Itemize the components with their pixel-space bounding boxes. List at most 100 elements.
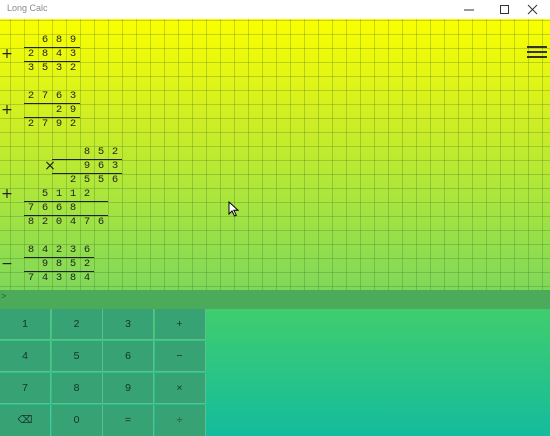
key-1[interactable]: 1 [0,309,51,340]
digit-cell: 7 [27,272,35,284]
sum-line [24,103,80,104]
digit-cell: 9 [69,34,77,46]
key-8[interactable]: 8 [51,373,103,404]
digit-cell: 2 [41,216,49,228]
digit-cell: 3 [69,48,77,60]
digit-cell: 1 [55,188,63,200]
digit-cell: 6 [41,202,49,214]
digit-cell: 4 [83,272,91,284]
digit-cell: 1 [69,188,77,200]
key-multiply[interactable]: × [154,373,206,404]
sum-line [24,215,108,216]
digit-cell: 7 [83,216,91,228]
minimize-icon [464,9,474,11]
digit-cell: 9 [41,258,49,270]
key-0[interactable]: 0 [51,405,103,436]
key-4[interactable]: 4 [0,341,51,372]
digit-cell: 2 [83,258,91,270]
digit-cell: 2 [69,62,77,74]
sum-line [24,117,80,118]
operator-symbol: + [1,186,13,202]
input-prompt: > [1,292,7,302]
digit-cell: 2 [69,174,77,186]
digit-cell: 6 [41,34,49,46]
digit-cell: 8 [55,258,63,270]
key-5[interactable]: 5 [51,341,103,372]
digit-cell: 5 [41,188,49,200]
close-icon [527,4,538,15]
digit-cell: 8 [55,34,63,46]
hamburger-menu-icon[interactable] [527,46,547,60]
sum-line [24,201,108,202]
digit-cell: 6 [111,174,119,186]
mouse-cursor-icon [228,201,240,217]
sum-line [52,173,122,174]
digit-cell: 8 [69,272,77,284]
digit-cell: 6 [97,216,105,228]
digit-cell: 3 [69,90,77,102]
digit-cell: 5 [69,258,77,270]
digit-cell: 5 [83,174,91,186]
operator-symbol: + [1,46,13,62]
window-title: Long Calc [7,3,48,13]
sum-line [24,271,94,272]
input-bar[interactable]: > [0,290,550,309]
digit-cell: 7 [27,202,35,214]
digit-cell: 6 [83,244,91,256]
digit-cell: 8 [27,216,35,228]
sum-line [24,61,80,62]
digit-cell: 5 [97,174,105,186]
sum-line [24,257,94,258]
key-3[interactable]: 3 [103,309,154,340]
key-plus[interactable]: + [154,309,206,340]
maximize-icon [500,5,509,14]
digit-cell: 2 [111,146,119,158]
digit-cell: 2 [83,188,91,200]
minimize-button[interactable] [452,0,486,19]
digit-cell: 7 [41,90,49,102]
digit-cell: 6 [97,160,105,172]
keypad: 1 2 3 +4 5 6− 7 8 9 × ⌫ 0 = ÷ [0,309,206,436]
digit-cell: 8 [41,48,49,60]
digit-cell: 2 [27,90,35,102]
digit-cell: 9 [83,160,91,172]
digit-cell: 3 [55,272,63,284]
digit-cell: 2 [55,244,63,256]
digit-cell: 8 [83,146,91,158]
digit-cell: 3 [27,62,35,74]
digit-cell: 2 [27,48,35,60]
digit-cell: 8 [69,202,77,214]
sum-line [24,47,80,48]
key-7[interactable]: 7 [0,373,51,404]
digit-cell: 4 [69,216,77,228]
digit-cell: 0 [55,216,63,228]
digit-cell: 4 [41,272,49,284]
close-button[interactable] [516,0,550,19]
key-2[interactable]: 2 [51,309,103,340]
digit-cell: 2 [55,104,63,116]
calculation-paper: +6 8 9 2 8 4 3 3 5 3 2 +2 7 6 3 2 9 2 7 9 2 × 8 5 2 9 6 3 2 5 5 6 +5 1 1 2 7… [0,19,550,290]
digit-cell: 3 [69,244,77,256]
operator-symbol: + [1,102,13,118]
key-divide[interactable]: ÷ [154,405,206,436]
key-6[interactable]: 6 [103,341,154,372]
key-equals[interactable]: = [103,405,154,436]
digit-cell: 5 [41,62,49,74]
key-backspace[interactable]: ⌫ [0,405,51,436]
digit-cell: 3 [111,160,119,172]
digit-cell: 9 [69,104,77,116]
key-minus[interactable]: − [154,341,206,372]
digit-cell: 4 [55,48,63,60]
digit-cell: 2 [69,118,77,130]
digit-cell: 3 [55,62,63,74]
key-9[interactable]: 9 [103,373,154,404]
digit-cell: 6 [55,90,63,102]
digit-cell: 9 [55,118,63,130]
digit-cell: 8 [27,244,35,256]
digit-cell: 4 [41,244,49,256]
operator-symbol: − [1,256,13,272]
digit-cell: 2 [27,118,35,130]
title-bar: Long Calc [0,0,550,19]
digit-cell: 5 [97,146,105,158]
digit-cell: 7 [41,118,49,130]
